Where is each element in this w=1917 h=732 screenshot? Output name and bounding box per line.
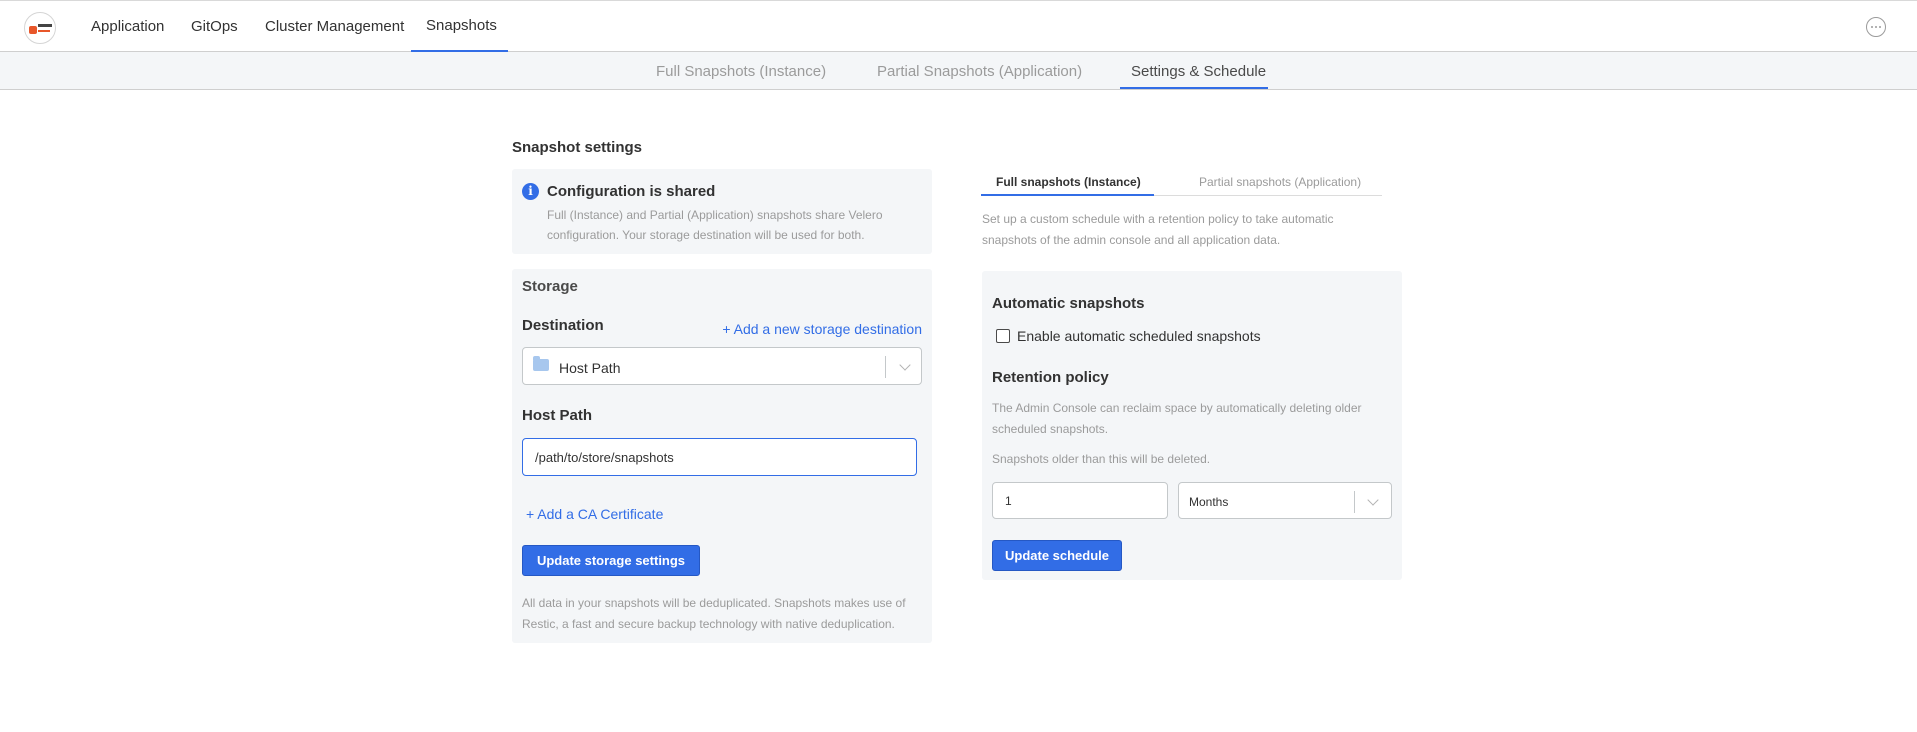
select-separator [1354,491,1355,513]
notice-text: Full (Instance) and Partial (Application… [547,208,883,242]
retention-unit-select[interactable]: Months [1178,482,1392,519]
nav-item-cluster-management[interactable]: Cluster Management [265,18,404,35]
add-storage-destination-link[interactable]: + Add a new storage destination [722,321,922,337]
nav-item-application[interactable]: Application [91,18,164,35]
retention-policy-title: Retention policy [992,369,1109,386]
chevron-down-icon[interactable] [899,359,911,371]
chevron-down-icon[interactable] [1367,494,1379,506]
logo-tagline [38,30,50,32]
retention-value-input[interactable] [992,482,1168,519]
more-options-icon[interactable] [1866,17,1886,37]
storage-panel: Storage Destination + Add a new storage … [512,269,932,643]
snapshots-subnav: Full Snapshots (Instance) Partial Snapsh… [0,52,1917,90]
schedule-description: Set up a custom schedule with a retentio… [982,212,1334,247]
automatic-snapshots-title: Automatic snapshots [992,295,1145,312]
automatic-snapshots-panel: Automatic snapshots Enable automatic sch… [982,271,1402,580]
schedule-tab-indicator [981,194,1154,196]
retention-policy-text: The Admin Console can reclaim space by a… [992,401,1362,436]
add-ca-certificate-link[interactable]: + Add a CA Certificate [526,506,663,522]
destination-label: Destination [522,317,604,334]
nav-item-snapshots[interactable]: Snapshots [426,17,497,34]
nav-item-gitops[interactable]: GitOps [191,18,238,35]
top-navigation: Application GitOps Cluster Management Sn… [0,0,1917,52]
replicated-logo-icon[interactable] [24,12,56,44]
notice-title: Configuration is shared [547,183,716,200]
enable-scheduled-snapshots-checkbox[interactable] [996,329,1010,343]
enable-scheduled-snapshots-label[interactable]: Enable automatic scheduled snapshots [1017,328,1261,344]
host-path-input[interactable] [522,438,917,476]
update-storage-settings-button[interactable]: Update storage settings [522,545,700,576]
destination-select[interactable]: Host Path [522,347,922,385]
shared-config-notice: i Configuration is shared Full (Instance… [512,169,932,254]
tab-settings-schedule[interactable]: Settings & Schedule [1131,63,1266,80]
host-path-label: Host Path [522,407,593,424]
tab-partial-snapshots[interactable]: Partial Snapshots (Application) [877,63,1082,80]
logo-mark [29,26,37,34]
tab-partial-snapshots-application[interactable]: Partial snapshots (Application) [1199,175,1361,189]
schedule-tabs: Full snapshots (Instance) Partial snapsh… [981,171,1382,196]
subnav-active-indicator [1120,87,1268,89]
storage-title: Storage [522,278,578,295]
snapshot-settings-title: Snapshot settings [512,139,643,156]
dedupe-note: All data in your snapshots will be dedup… [522,596,906,631]
tab-full-snapshots[interactable]: Full Snapshots (Instance) [656,63,826,80]
logo-wordmark [38,24,52,27]
update-schedule-button[interactable]: Update schedule [992,540,1122,571]
folder-icon [533,356,549,371]
select-separator [885,356,886,378]
retention-unit-value: Months [1189,495,1229,509]
tab-full-snapshots-instance[interactable]: Full snapshots (Instance) [996,175,1141,189]
info-icon: i [522,183,539,200]
destination-value: Host Path [559,360,621,376]
retention-older-text: Snapshots older than this will be delete… [992,452,1211,466]
